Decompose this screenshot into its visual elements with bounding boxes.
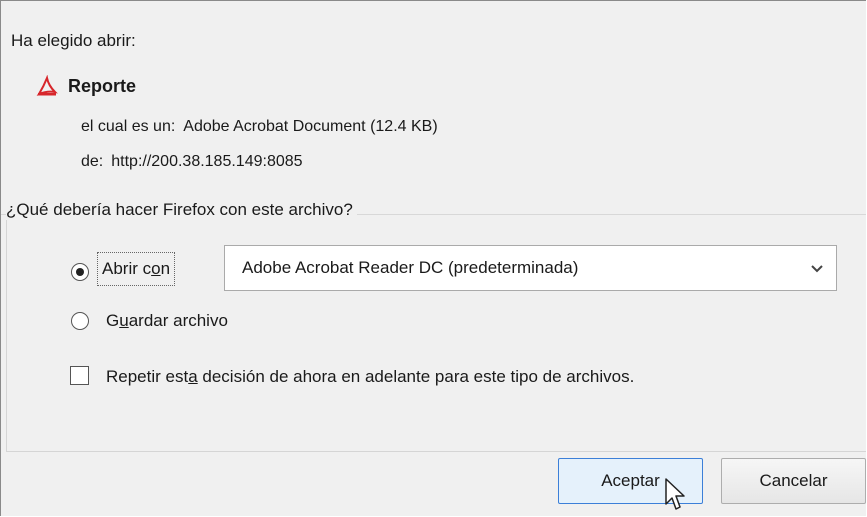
save-file-label[interactable]: Guardar archivo [106,311,228,331]
mouse-cursor-icon [665,478,687,512]
repeat-label-suffix: decisión de ahora en adelante para este … [197,367,635,386]
open-with-label-text: Abrir c [102,259,152,278]
repeat-accesskey: a [188,367,198,386]
save-file-radio[interactable] [71,312,89,330]
file-type-row: el cual es un: Adobe Acrobat Document (12… [81,118,438,136]
open-with-radio[interactable] [71,263,89,281]
repeat-decision-checkbox[interactable] [70,366,89,385]
file-name: Reporte [68,75,137,96]
save-file-accesskey: u [119,311,129,330]
cancel-button[interactable]: Cancelar [721,458,866,504]
action-question: ¿Qué debería hacer Firefox con este arch… [6,200,357,220]
open-file-dialog: Ha elegido abrir: Reporte el cual es un:… [0,0,866,516]
repeat-label-text: Repetir est [106,367,189,386]
pdf-icon [36,74,58,97]
intro-text: Ha elegido abrir: [11,31,136,50]
open-with-label-suffix: n [160,259,171,278]
application-select-value: Adobe Acrobat Reader DC (predeterminada) [242,258,579,277]
file-source-value: http://200.38.185.149:8085 [111,153,303,170]
open-with-accesskey: o [151,259,161,278]
repeat-decision-label[interactable]: Repetir esta decisión de ahora en adelan… [106,367,634,387]
file-source-label: de: [81,153,104,170]
file-type-value: Adobe Acrobat Document (12.4 KB) [183,118,438,135]
open-with-label[interactable]: Abrir con [97,252,176,286]
save-file-label-text: G [106,311,120,330]
application-select[interactable]: Adobe Acrobat Reader DC (predeterminada) [224,245,837,291]
file-type-label: el cual es un: [81,118,176,135]
file-source-row: de: http://200.38.185.149:8085 [81,153,303,171]
file-name-row: Reporte [36,74,137,97]
chevron-down-icon [810,262,824,276]
save-file-label-suffix: ardar archivo [128,311,228,330]
